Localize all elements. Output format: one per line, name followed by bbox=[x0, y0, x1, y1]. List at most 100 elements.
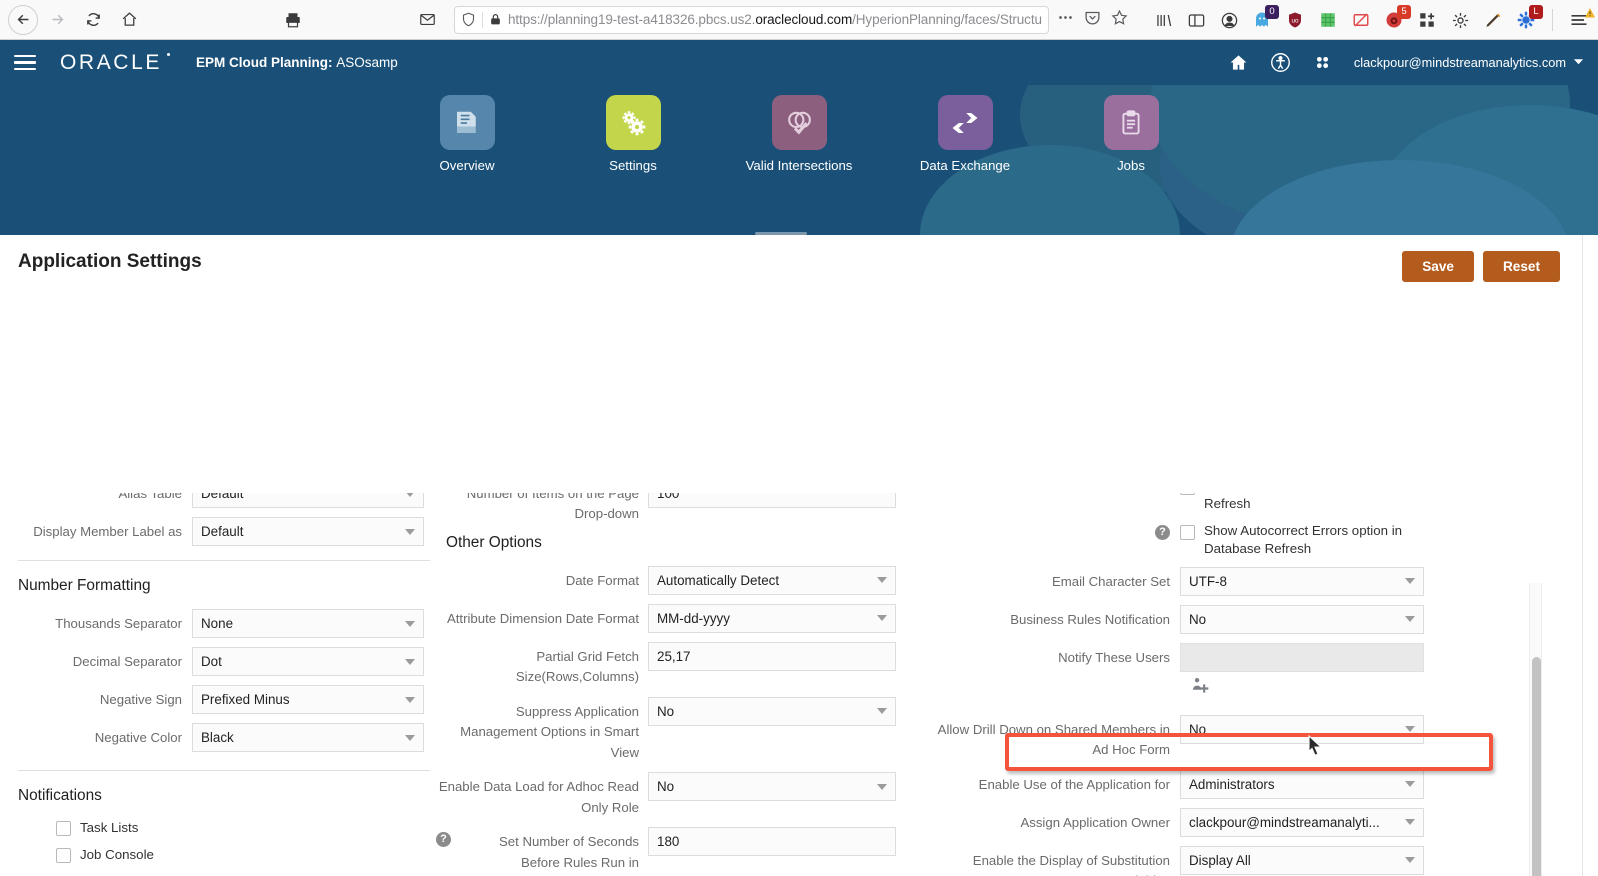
page-header: Application Settings Save Reset bbox=[0, 235, 1598, 282]
field-label: Alias Table bbox=[12, 493, 192, 504]
checkbox-box[interactable] bbox=[56, 821, 71, 836]
field-enable-data-load-adhoc: Enable Data Load for Adhoc Read Only Rol… bbox=[436, 772, 906, 818]
save-to-pocket-icon[interactable] bbox=[1084, 9, 1101, 31]
field-email-character-set: Email Character Set UTF-8 bbox=[930, 567, 1486, 596]
home-icon[interactable] bbox=[112, 4, 146, 36]
chevron-down-icon bbox=[877, 577, 887, 583]
gear-icon[interactable] bbox=[1449, 9, 1471, 31]
field-seconds-before-rules-background: ? Set Number of Seconds Before Rules Run… bbox=[436, 827, 906, 876]
inner-scrollbar-thumb[interactable] bbox=[1532, 657, 1541, 876]
checkbox-box[interactable] bbox=[1180, 493, 1195, 495]
chevron-down-icon bbox=[405, 735, 415, 741]
items-per-page-input[interactable]: 100 bbox=[648, 493, 896, 508]
field-alias-table: Alias Table Default bbox=[12, 493, 436, 508]
ublock-origin-icon[interactable]: uo bbox=[1284, 9, 1306, 31]
lastpass-badge: L bbox=[1529, 5, 1543, 19]
reset-button[interactable]: Reset bbox=[1483, 251, 1560, 282]
checkbox-show-autocorrect-errors[interactable]: ? Show Autocorrect Errors option in Data… bbox=[930, 522, 1486, 558]
mail-icon[interactable] bbox=[410, 4, 444, 36]
business-rules-notification-select[interactable]: No bbox=[1180, 605, 1424, 634]
ghostery-icon[interactable]: 0 bbox=[1251, 9, 1273, 31]
field-value: 25,17 bbox=[657, 649, 691, 664]
app-title-prefix: EPM Cloud Planning: bbox=[196, 55, 336, 70]
display-member-label-select[interactable]: Default bbox=[192, 517, 424, 546]
grid-green-icon[interactable] bbox=[1317, 9, 1339, 31]
apps-add-icon[interactable] bbox=[1416, 9, 1438, 31]
chevron-down-icon[interactable] bbox=[1573, 55, 1584, 70]
apps-grid-icon[interactable] bbox=[1313, 53, 1332, 72]
nav-card-valid-intersections[interactable]: Valid Intersections bbox=[741, 95, 857, 173]
urlbar-divider bbox=[482, 12, 483, 28]
negative-color-select[interactable]: Black bbox=[192, 723, 424, 752]
help-icon[interactable]: ? bbox=[436, 832, 451, 847]
field-label: Negative Sign bbox=[12, 685, 192, 710]
reload-icon[interactable] bbox=[76, 4, 110, 36]
checkbox-job-console[interactable]: Job Console bbox=[56, 846, 436, 864]
field-allow-drill-down-shared-members: Allow Drill Down on Shared Members in Ad… bbox=[930, 715, 1486, 761]
user-email[interactable]: clackpour@mindstreamanalytics.com bbox=[1354, 55, 1566, 70]
app-name: ASOsamp bbox=[336, 55, 398, 70]
star-bookmark-icon[interactable] bbox=[1111, 9, 1128, 31]
checkbox-box[interactable] bbox=[1180, 525, 1195, 540]
save-button[interactable]: Save bbox=[1402, 251, 1474, 282]
checkbox-box[interactable] bbox=[56, 848, 71, 863]
hamburger-menu-icon[interactable] bbox=[1568, 9, 1590, 31]
thousands-separator-select[interactable]: None bbox=[192, 609, 424, 638]
partial-grid-fetch-size-input[interactable]: 25,17 bbox=[648, 642, 896, 671]
inner-scrollbar[interactable] bbox=[1529, 583, 1542, 876]
account-icon[interactable] bbox=[1218, 9, 1240, 31]
pencil-icon[interactable] bbox=[1482, 9, 1504, 31]
settings-column-right: Include Shared Members in Cube Refresh ?… bbox=[906, 493, 1486, 876]
library-icon[interactable] bbox=[1152, 9, 1174, 31]
add-user-button[interactable] bbox=[1180, 676, 1486, 701]
nav-card-label: Data Exchange bbox=[907, 158, 1023, 173]
decimal-separator-select[interactable]: Dot bbox=[192, 647, 424, 676]
image-block-icon[interactable] bbox=[1350, 9, 1372, 31]
accessibility-icon[interactable] bbox=[1270, 52, 1291, 73]
field-value: Administrators bbox=[1189, 777, 1275, 792]
nav-card-settings[interactable]: Settings bbox=[575, 95, 691, 173]
allow-drill-down-shared-members-select[interactable]: No bbox=[1180, 715, 1424, 744]
enable-data-load-adhoc-select[interactable]: No bbox=[648, 772, 896, 801]
field-notify-these-users: Notify These Users bbox=[930, 643, 1486, 672]
checkbox-task-lists[interactable]: Task Lists bbox=[56, 819, 436, 837]
enable-use-of-application-select[interactable]: Administrators bbox=[1180, 770, 1424, 799]
url-bar[interactable]: https://planning19-test-a418326.pbcs.us2… bbox=[454, 6, 1049, 34]
checkbox-include-shared-members[interactable]: Include Shared Members in Cube Refresh bbox=[930, 493, 1486, 513]
ellipsis-icon[interactable] bbox=[1057, 9, 1074, 31]
chevron-down-icon bbox=[1405, 726, 1415, 732]
suppress-app-management-select[interactable]: No bbox=[648, 697, 896, 726]
urlbar-actions bbox=[1057, 9, 1128, 31]
nav-card-jobs[interactable]: Jobs bbox=[1073, 95, 1189, 173]
sidebar-icon[interactable] bbox=[1185, 9, 1207, 31]
chevron-down-icon bbox=[405, 659, 415, 665]
nav-card-data-exchange[interactable]: Data Exchange bbox=[907, 95, 1023, 173]
field-value: MM-dd-yyyy bbox=[657, 611, 730, 626]
enable-display-substitution-variables-select[interactable]: Display All bbox=[1180, 846, 1424, 875]
shield-icon[interactable] bbox=[461, 12, 476, 27]
app-menu-icon[interactable] bbox=[14, 51, 36, 75]
assign-application-owner-select[interactable]: clackpour@mindstreamanalyti... bbox=[1180, 808, 1424, 837]
attribute-dimension-date-format-select[interactable]: MM-dd-yyyy bbox=[648, 604, 896, 633]
privacy-badger-icon[interactable]: 5 bbox=[1383, 9, 1405, 31]
lastpass-icon[interactable]: L bbox=[1515, 9, 1537, 31]
privacy-badger-badge: 5 bbox=[1397, 5, 1411, 19]
date-format-select[interactable]: Automatically Detect bbox=[648, 566, 896, 595]
print-icon[interactable] bbox=[276, 4, 310, 36]
field-label: Enable Data Load for Adhoc Read Only Rol… bbox=[436, 772, 648, 818]
field-label: Negative Color bbox=[12, 723, 192, 748]
page-scrollbar[interactable] bbox=[1582, 235, 1598, 876]
notify-these-users-input bbox=[1180, 643, 1424, 672]
field-enable-display-substitution-variables: Enable the Display of Substitution Varia… bbox=[930, 846, 1486, 876]
field-suppress-app-management: Suppress Application Management Options … bbox=[436, 697, 906, 763]
chevron-down-icon bbox=[405, 493, 415, 497]
alias-table-select[interactable]: Default bbox=[192, 493, 424, 508]
help-icon[interactable]: ? bbox=[1155, 525, 1170, 540]
nav-card-overview[interactable]: Overview bbox=[409, 95, 525, 173]
negative-sign-select[interactable]: Prefixed Minus bbox=[192, 685, 424, 714]
email-character-set-select[interactable]: UTF-8 bbox=[1180, 567, 1424, 596]
home-icon[interactable] bbox=[1229, 53, 1248, 72]
back-arrow-icon[interactable] bbox=[8, 5, 38, 35]
seconds-before-rules-background-input[interactable]: 180 bbox=[648, 827, 896, 856]
section-title-other-options: Other Options bbox=[446, 534, 906, 552]
